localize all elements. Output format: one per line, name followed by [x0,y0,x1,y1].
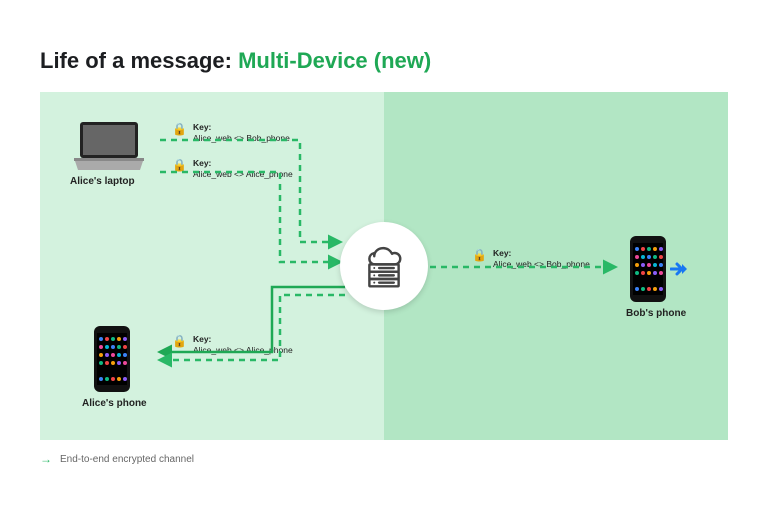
label-bob-phone: Bob's phone [626,308,686,319]
server-cloud-icon [358,240,410,292]
key-pair: Alice_web <> Bob_phone [193,133,290,143]
legend-arrow-icon: → [40,452,52,466]
lock-icon: 🔒 [172,334,187,349]
key-title: Key: [193,334,293,345]
title-accent: Multi-Device (new) [238,48,431,73]
diagram-panel: Alice's laptop Alice's phone [40,92,728,440]
phone-icon [628,234,668,304]
device-alice-laptop [70,120,148,177]
legend: → End-to-end encrypted channel [40,452,194,466]
key-pair: Alice_web <> Alice_phone [193,169,293,179]
key-pair: Alice_web <> Alice_phone [193,345,293,355]
label-alice-laptop: Alice's laptop [70,176,135,187]
page-title: Life of a message: Multi-Device (new) [40,48,431,74]
server-node [340,222,428,310]
key-title: Key: [193,158,293,169]
phone-icon [92,324,132,394]
legend-text: End-to-end encrypted channel [60,454,194,465]
label-alice-phone: Alice's phone [82,398,147,409]
key-title: Key: [493,248,590,259]
key-bob-in: 🔒 Key: Alice_web <> Bob_phone [472,248,590,269]
device-bob-phone [628,234,668,309]
key-laptop-bob: 🔒 Key: Alice_web <> Bob_phone [172,122,290,143]
laptop-icon [70,120,148,172]
title-prefix: Life of a message: [40,48,232,73]
key-pair: Alice_web <> Bob_phone [493,259,590,269]
device-alice-phone [92,324,132,399]
key-alicephone-in: 🔒 Key: Alice_web <> Alice_phone [172,334,293,355]
lock-icon: 🔒 [472,248,487,263]
arrow-right-icon [670,260,688,278]
key-laptop-alicephone: 🔒 Key: Alice_web <> Alice_phone [172,158,293,179]
key-title: Key: [193,122,290,133]
lock-icon: 🔒 [172,158,187,173]
lock-icon: 🔒 [172,122,187,137]
